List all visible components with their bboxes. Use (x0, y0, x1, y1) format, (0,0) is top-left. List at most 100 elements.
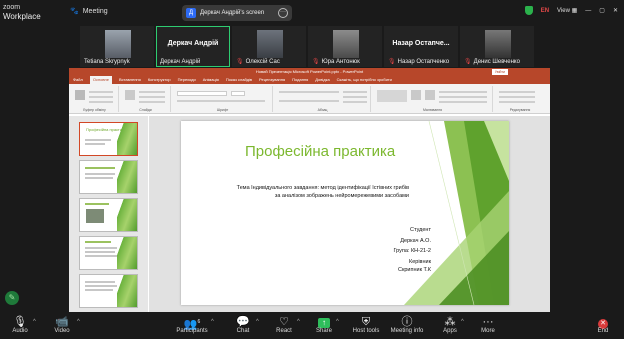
muted-mic-icon: 🎙 (312, 59, 320, 65)
thumbnail-text (85, 251, 115, 253)
react-chevron-icon[interactable]: ^ (297, 319, 300, 325)
paste-icon[interactable] (75, 90, 85, 100)
muted-mic-icon: 🎙 (236, 59, 244, 65)
tab-file[interactable]: Файл (73, 76, 83, 84)
replace-item[interactable] (499, 96, 535, 98)
muted-mic-icon: 🎙 (464, 59, 472, 65)
react-button[interactable]: ♡ React (274, 316, 294, 334)
ribbon-group-drawing[interactable]: Малювання (373, 86, 493, 112)
slide-title[interactable]: Професійна практика (245, 143, 395, 160)
tab-design[interactable]: Конструктор (148, 76, 171, 84)
window-title: Новий Презентація Microsoft PowerPoint.p… (255, 69, 364, 74)
shape-outline-item[interactable] (439, 96, 487, 98)
view-button[interactable]: View ▦ (557, 7, 577, 14)
tab-insert[interactable]: Вставлення (119, 76, 141, 84)
thumbnail-text (85, 285, 117, 287)
slide-thumbnail[interactable] (79, 198, 138, 232)
tab-review[interactable]: Рецензування (259, 76, 285, 84)
participants-label: Participants (176, 328, 208, 334)
participant-name-text: Олексій Сас (245, 58, 280, 65)
shape-effects-item[interactable] (439, 101, 487, 103)
ribbon-group-paragraph[interactable]: Абзац (275, 86, 371, 112)
slide-thumbnail[interactable] (79, 160, 138, 194)
chat-button[interactable]: 💬 Chat (234, 316, 252, 334)
layout-item (139, 91, 165, 93)
current-slide[interactable]: Професійна практика Тема Індивідуального… (181, 121, 509, 305)
tab-view[interactable]: Подання (292, 76, 308, 84)
slide-thumbnail[interactable] (79, 236, 138, 270)
slide-thumbnail[interactable]: Професійна практика (79, 122, 138, 156)
end-meeting-button[interactable]: ✕ End (594, 316, 612, 334)
tell-me-search[interactable]: Скажіть, що потрібно зробити (337, 76, 392, 84)
align-buttons[interactable] (279, 100, 339, 102)
participant-tile-active-speaker[interactable]: Деркач Андрій Деркач Андрій (156, 26, 230, 67)
video-button[interactable]: 📹 Video (52, 316, 72, 334)
smartart-item[interactable] (343, 101, 367, 103)
maximize-icon[interactable]: ▢ (599, 7, 605, 14)
shared-screen[interactable]: Новий Презентація Microsoft PowerPoint.p… (69, 68, 550, 312)
audio-label: Audio (12, 328, 28, 334)
list-buttons[interactable] (279, 91, 339, 93)
security-shield-icon[interactable] (524, 6, 533, 15)
font-format-buttons[interactable] (177, 100, 265, 102)
participant-tile[interactable]: Tetiana Skrypnyk (80, 26, 154, 67)
participants-button[interactable]: 👥6 Participants (176, 316, 208, 334)
video-options-chevron-icon[interactable]: ^ (77, 319, 80, 325)
font-name-select[interactable] (177, 91, 227, 96)
participants-chevron-icon[interactable]: ^ (211, 319, 214, 325)
tab-home[interactable]: Основне (89, 76, 112, 84)
more-options-icon[interactable]: ··· (278, 8, 288, 18)
ribbon-group-clipboard[interactable]: Буфер обміну (71, 86, 119, 112)
language-button[interactable]: EN (541, 8, 549, 14)
ribbon-group-editing[interactable]: Редагування (495, 86, 545, 112)
minimize-icon[interactable]: — (585, 8, 591, 14)
meeting-info-button[interactable]: ⓘ Meeting info (390, 316, 424, 334)
tab-slideshow[interactable]: Показ слайдів (226, 76, 252, 84)
copy-item (89, 96, 113, 98)
participant-tile[interactable]: 🎙 Олексій Сас (232, 26, 306, 67)
slide-author-info[interactable]: Студент Деркач А.О. Група: КН-21-2 Керів… (341, 226, 431, 277)
screen-share-badge[interactable]: Д Деркач Андрій's screen ··· (182, 5, 292, 21)
tab-help[interactable]: Довідка (315, 76, 329, 84)
shapes-gallery[interactable] (377, 90, 407, 102)
participant-tile[interactable]: Назар Остапче... 🎙 Назар Остапченко (384, 26, 458, 67)
select-item[interactable] (499, 101, 535, 103)
slide-thumbnail[interactable] (79, 274, 138, 308)
align-text-item[interactable] (343, 96, 367, 98)
tab-animations[interactable]: Анімація (203, 76, 219, 84)
participant-tile[interactable]: 🎙 Юра Антонюк (308, 26, 382, 67)
arrange-icon[interactable] (411, 90, 421, 100)
thumbnail-green-decoration (117, 123, 137, 155)
slide-subtitle[interactable]: Тема Індивідуального завдання: метод іде… (219, 184, 409, 200)
find-item[interactable] (499, 91, 535, 93)
slide-editing-area[interactable]: Професійна практика Тема Індивідуального… (149, 116, 550, 312)
sign-in-button[interactable]: Увійти (491, 69, 508, 75)
apps-button[interactable]: ⁂ Apps (441, 316, 459, 334)
tab-transitions[interactable]: Переходи (178, 76, 196, 84)
font-size-select[interactable] (231, 91, 245, 96)
quick-styles-icon[interactable] (425, 90, 435, 100)
text-direction-item[interactable] (343, 91, 367, 93)
audio-button[interactable]: 🎙 Audio (10, 316, 30, 334)
shape-fill-item[interactable] (439, 91, 487, 93)
participant-tile[interactable]: 🎙 Денис Шевченко (460, 26, 534, 67)
share-button[interactable]: ↑ Share (315, 316, 333, 334)
meeting-menu[interactable]: 🐾 Meeting (70, 7, 108, 16)
close-icon[interactable]: ✕ (613, 7, 618, 14)
thumbnail-text (85, 203, 109, 205)
share-chevron-icon[interactable]: ^ (336, 319, 339, 325)
more-button[interactable]: ··· More (479, 316, 497, 334)
thumbnail-text (85, 241, 111, 243)
thumbnail-text (85, 139, 111, 141)
green-triangle-decoration (404, 121, 509, 305)
participant-name-text: Денис Шевченко (473, 58, 520, 65)
host-tools-button[interactable]: ⛨ Host tools (352, 316, 380, 334)
ribbon-group-slides[interactable]: Слайди (121, 86, 171, 112)
brand-top: zoom (3, 4, 21, 11)
chat-chevron-icon[interactable]: ^ (256, 319, 259, 325)
ribbon-group-font[interactable]: Шрифт (173, 86, 273, 112)
annotate-pen-icon[interactable]: ✎ (5, 291, 19, 305)
apps-chevron-icon[interactable]: ^ (461, 319, 464, 325)
audio-options-chevron-icon[interactable]: ^ (33, 319, 36, 325)
new-slide-icon[interactable] (125, 90, 135, 100)
